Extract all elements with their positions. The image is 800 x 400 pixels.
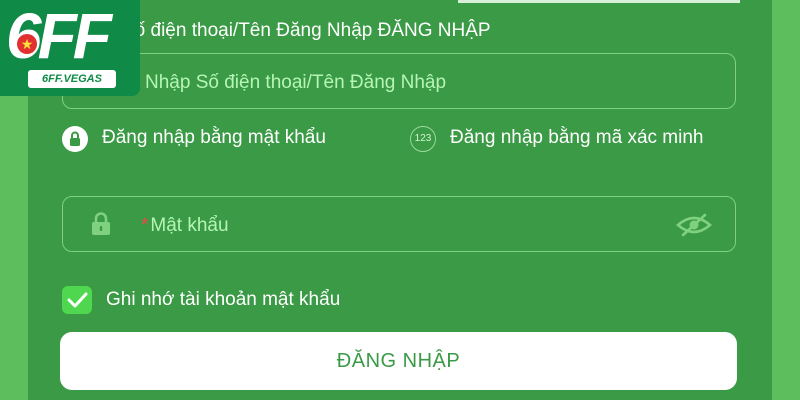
brand-logo: 6FF ★ 6FF.VEGAS	[0, 0, 140, 96]
logo-domain: 6FF.VEGAS	[28, 70, 116, 88]
active-tab-indicator	[458, 0, 740, 3]
password-placeholder-text: Mật khẩu	[150, 215, 229, 236]
login-section-title: Số điện thoại/Tên Đăng Nhập ĐĂNG NHẬP	[122, 20, 491, 41]
star-icon: ★	[17, 34, 37, 54]
login-method-selector: Đăng nhập bằng mật khẩu 123 Đăng nhập bằ…	[0, 124, 800, 184]
lock-icon	[62, 126, 88, 152]
numeric-code-icon: 123	[410, 126, 436, 152]
username-placeholder[interactable]: Nhập Số điện thoại/Tên Đăng Nhập	[145, 72, 446, 94]
remember-checkbox[interactable]	[62, 286, 92, 314]
login-button[interactable]: ĐĂNG NHẬP	[60, 332, 737, 390]
login-method-password-label: Đăng nhập bằng mật khẩu	[102, 127, 326, 148]
required-mark: *	[141, 215, 149, 236]
username-field[interactable]: Nhập Số điện thoại/Tên Đăng Nhập	[62, 53, 736, 109]
remember-label: Ghi nhớ tài khoản mật khẩu	[106, 289, 341, 310]
eye-slash-icon[interactable]	[675, 213, 713, 242]
lock-icon	[89, 211, 113, 242]
checkmark-icon	[67, 292, 88, 308]
login-method-code-label: Đăng nhập bằng mã xác minh	[450, 127, 704, 148]
password-placeholder[interactable]: * Mật khẩu	[141, 215, 229, 237]
password-field[interactable]: * Mật khẩu	[62, 196, 736, 252]
